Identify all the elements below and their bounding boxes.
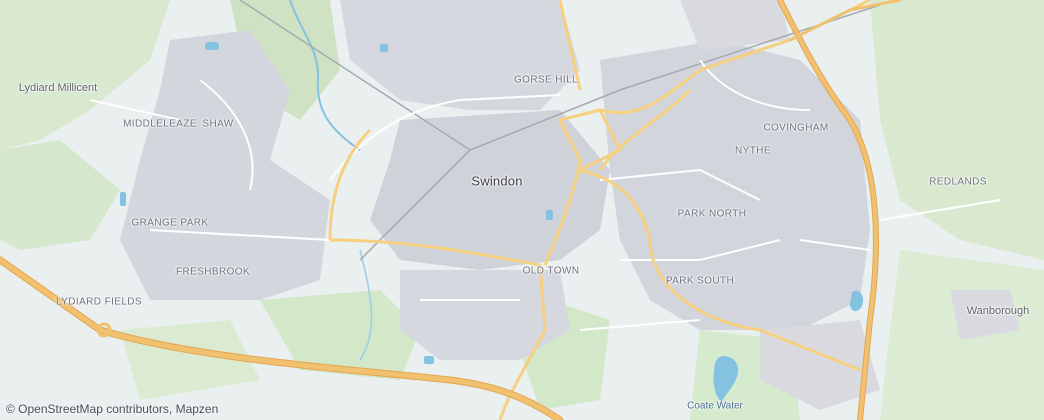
lake	[205, 42, 219, 50]
map-canvas[interactable]	[0, 0, 1044, 420]
map-attribution[interactable]: © OpenStreetMap contributors, Mapzen	[6, 402, 218, 416]
district-label-lydiard-fields[interactable]: LYDIARD FIELDS	[56, 297, 142, 308]
village-label-lydiard-millicent[interactable]: Lydiard Millicent	[19, 82, 97, 94]
district-label-park-north[interactable]: PARK NORTH	[678, 209, 747, 220]
district-label-old-town[interactable]: OLD TOWN	[523, 266, 580, 277]
district-label-nythe[interactable]: NYTHE	[735, 146, 771, 157]
lake	[546, 210, 553, 220]
district-label-shaw[interactable]: SHAW	[202, 119, 233, 130]
lake	[120, 192, 126, 206]
lake	[380, 44, 388, 52]
district-label-covingham[interactable]: COVINGHAM	[763, 123, 828, 134]
district-label-grange-park[interactable]: GRANGE PARK	[131, 218, 208, 229]
district-label-park-south[interactable]: PARK SOUTH	[666, 276, 734, 287]
district-label-freshbrook[interactable]: FRESHBROOK	[176, 267, 250, 278]
water-label-coate-water[interactable]: Coate Water	[687, 401, 743, 412]
village-label-wanborough[interactable]: Wanborough	[967, 305, 1030, 317]
district-label-gorse-hill[interactable]: GORSE HILL	[514, 75, 578, 86]
district-label-redlands[interactable]: REDLANDS	[929, 177, 987, 188]
district-label-middleleaze[interactable]: MIDDLELEAZE	[123, 119, 197, 130]
lake	[424, 356, 434, 364]
city-label-swindon[interactable]: Swindon	[471, 174, 522, 189]
map-view[interactable]: Swindon GORSE HILL MIDDLELEAZE SHAW COVI…	[0, 0, 1044, 420]
